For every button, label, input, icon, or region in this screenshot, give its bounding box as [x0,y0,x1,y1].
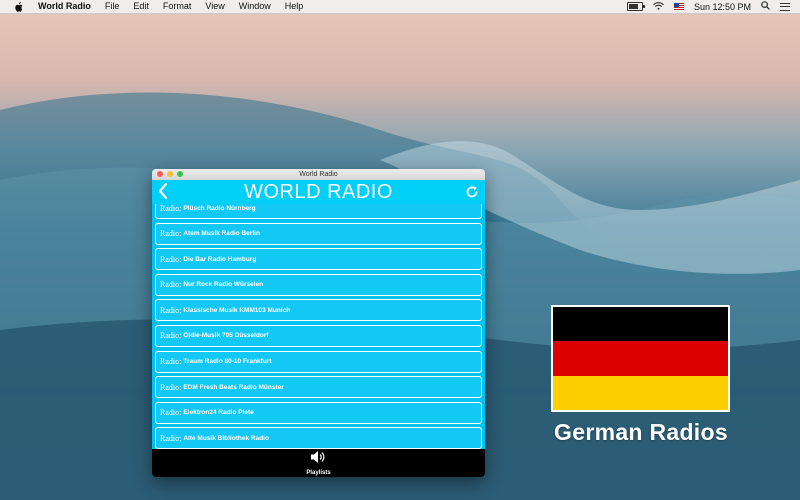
speaker-icon [310,450,326,469]
menu-app-name[interactable]: World Radio [38,0,91,13]
station-row[interactable]: Radio: Oldie-Musik 705 Düsseldorf [155,324,482,347]
station-name: Klassische Musik KMM103 Munich [183,306,291,314]
station-name: EDM Fresh Beats Radio Münster [183,383,284,391]
station-prefix: Radio: [160,357,182,367]
station-prefix: Radio: [160,229,182,239]
station-prefix: Radio: [160,254,182,264]
notification-center-icon[interactable] [780,2,790,11]
tab-playlists-label: Playlists [306,470,331,476]
menu-file[interactable]: File [105,0,120,13]
menu-bar: World Radio File Edit Format View Window… [0,0,800,14]
bottom-tab-bar: Playlists [152,449,485,477]
wifi-icon[interactable] [653,1,664,12]
apple-menu-icon[interactable] [12,1,24,12]
station-row[interactable]: Radio: Atem Musik Radio Berlin [155,222,482,245]
menu-edit[interactable]: Edit [133,0,149,13]
flag-stripe-black [553,307,728,342]
station-prefix: Radio: [160,331,182,341]
station-row[interactable]: Radio: Nur Rock Radio Würselen [155,273,482,296]
station-prefix: Radio: [160,204,182,213]
flag-stripe-gold [553,375,728,410]
station-name: Oldie-Musik 705 Düsseldorf [183,332,269,340]
station-row[interactable]: Radio: EDM Fresh Beats Radio Münster [155,376,482,399]
minimize-window-button[interactable] [167,171,173,177]
menu-help[interactable]: Help [285,0,304,13]
station-row[interactable]: Radio: Die Bar Radio Hamburg [155,248,482,271]
promo-caption: German Radios [554,419,728,445]
station-row[interactable]: Radio: Alte Musik Bibliothek Radio [155,427,482,449]
tab-playlists[interactable]: Playlists [306,450,331,476]
battery-icon[interactable] [626,2,645,11]
spotlight-search-icon[interactable] [761,1,770,12]
station-prefix: Radio: [160,433,182,443]
station-name: Die Bar Radio Hamburg [183,255,257,263]
station-row[interactable]: Radio: Traum Radio 80-10 Frankfurt [155,350,482,373]
page-title: WORLD RADIO [244,180,393,203]
menu-view[interactable]: View [205,0,224,13]
station-row[interactable]: Radio: Plüsch Radio Nürnberg [155,204,482,219]
station-name: Plüsch Radio Nürnberg [183,204,256,212]
station-prefix: Radio: [160,382,182,392]
back-chevron-icon[interactable] [158,182,168,204]
station-prefix: Radio: [160,280,182,290]
station-name: Atem Musik Radio Berlin [183,230,260,238]
app-header: WORLD RADIO [152,180,485,204]
menubar-clock[interactable]: Sun 12:50 PM [694,2,751,12]
app-window: World Radio WORLD RADIO Radio: Plüsch Rad… [152,169,485,477]
station-name: Alte Musik Bibliothek Radio [183,434,269,442]
flag-stripe-red [553,341,728,376]
station-row[interactable]: Radio: Elektron24 Radio Plete [155,401,482,424]
german-flag [551,305,730,412]
station-name: Nur Rock Radio Würselen [183,281,264,289]
menu-format[interactable]: Format [163,0,192,13]
station-list[interactable]: Radio: Plüsch Radio Nürnberg Radio: Atem Mu… [152,204,485,449]
station-name: Elektron24 Radio Plete [183,409,254,417]
station-name: Traum Radio 80-10 Frankfurt [183,358,272,366]
zoom-window-button[interactable] [177,171,183,177]
window-controls [157,171,183,177]
station-row[interactable]: Radio: Klassische Musik KMM103 Munich [155,299,482,322]
station-prefix: Radio: [160,305,182,315]
window-titlebar[interactable]: World Radio [152,169,485,180]
window-title: World Radio [299,171,338,178]
menu-window[interactable]: Window [239,0,271,13]
station-prefix: Radio: [160,408,182,418]
close-window-button[interactable] [157,171,163,177]
input-source-flag-icon[interactable] [673,3,684,10]
status-area: Sun 12:50 PM [626,0,790,13]
refresh-icon[interactable] [465,185,479,199]
